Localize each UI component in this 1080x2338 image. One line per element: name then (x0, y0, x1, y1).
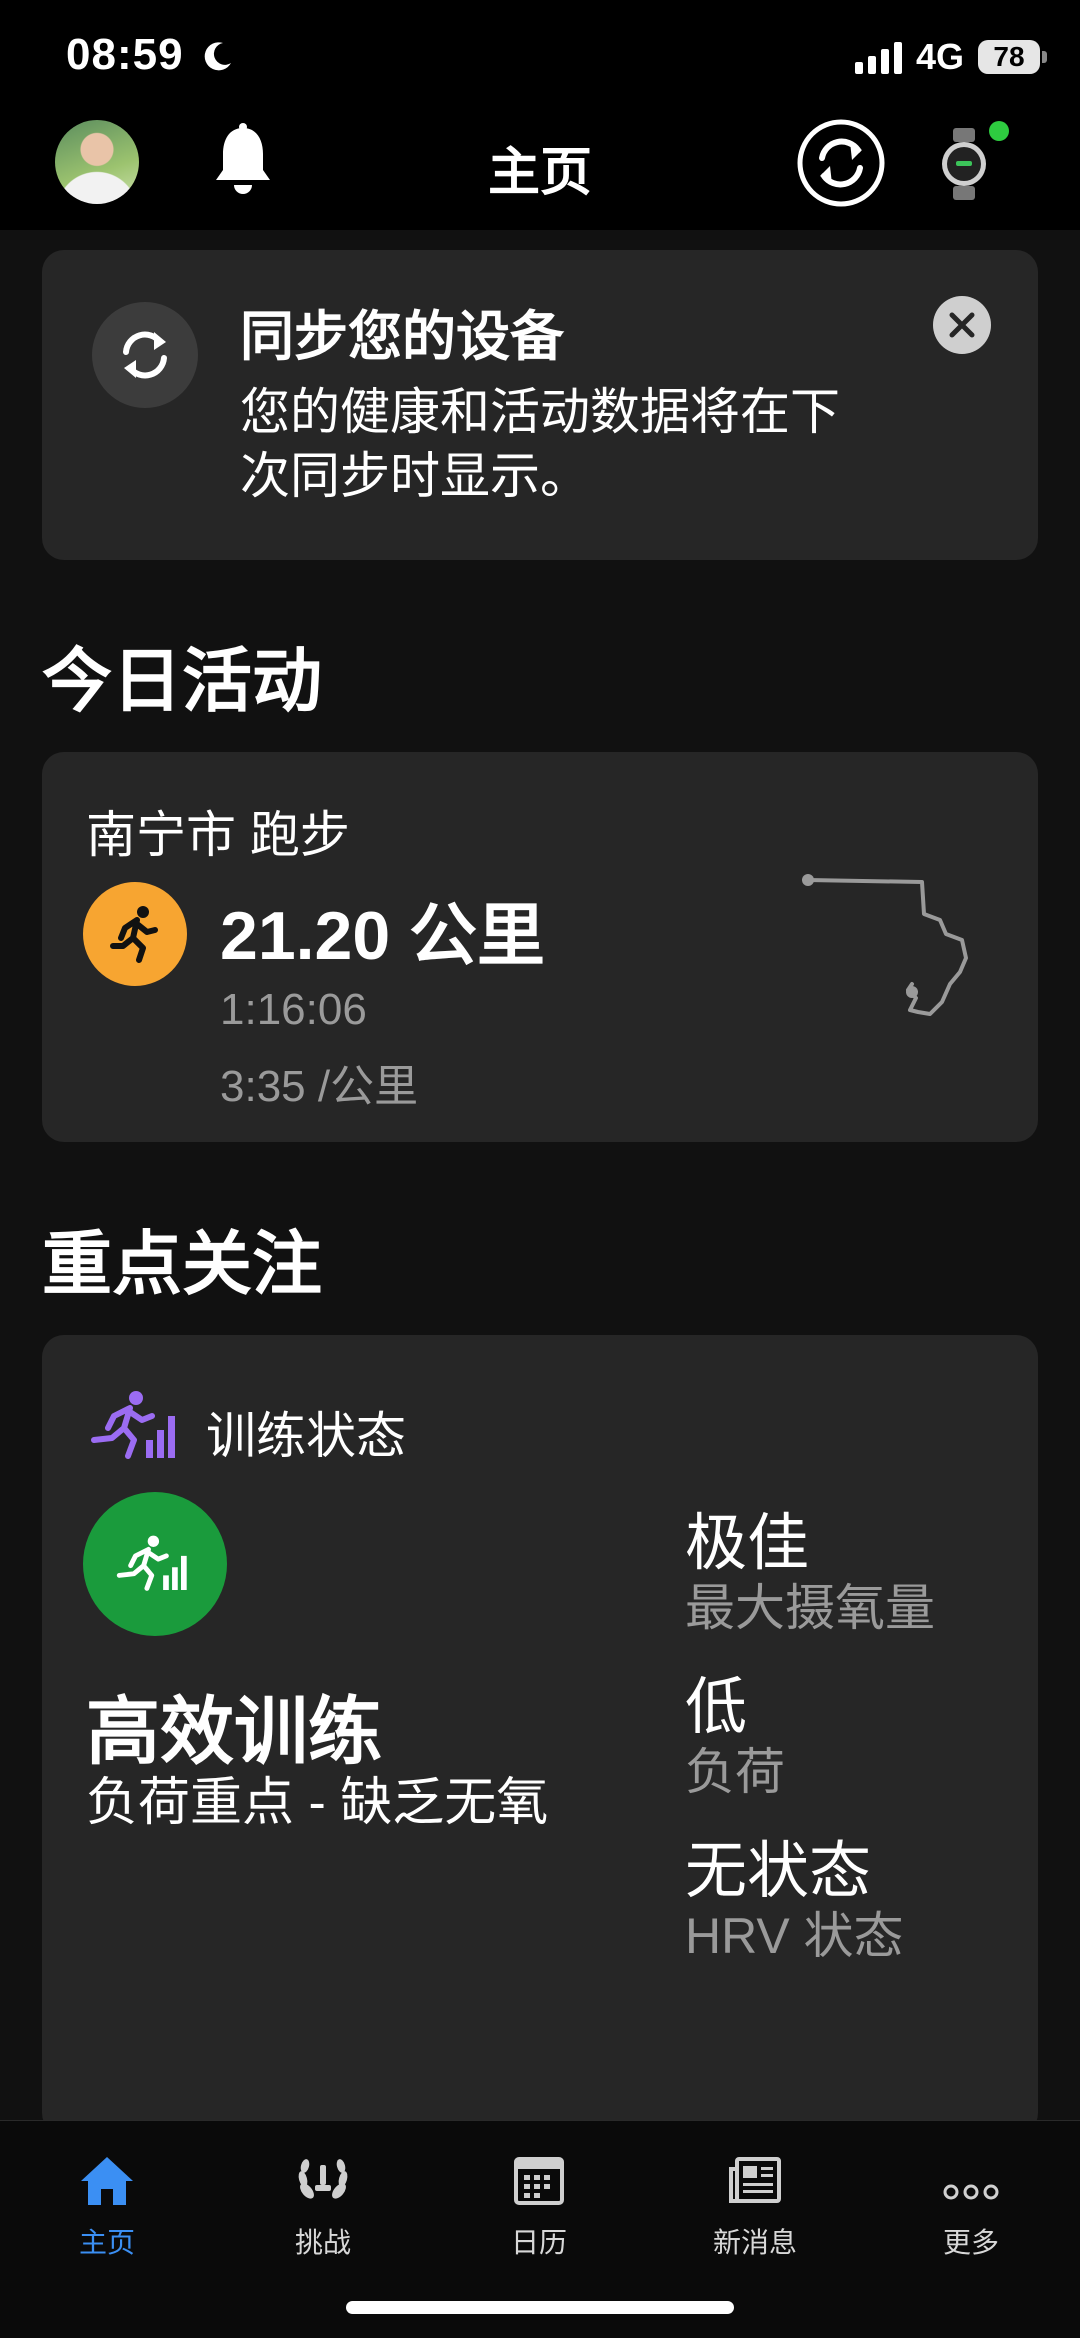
sync-icon (123, 331, 167, 379)
activity-duration: 1:16:06 (220, 985, 367, 1034)
vo2max-label: 最大摄氧量 (685, 1580, 935, 1636)
training-status-detail: 负荷重点 - 缺乏无氧 (86, 1774, 549, 1832)
laurel-icon (298, 2159, 348, 2199)
training-productive-icon (116, 1535, 187, 1591)
device-connected-dot (989, 121, 1009, 141)
nav-more-label: 更多 (942, 2227, 999, 2258)
nav-calendar[interactable]: 日历 (459, 2145, 619, 2261)
close-icon (949, 312, 975, 338)
nav-home-label: 主页 (78, 2227, 135, 2258)
nav-home[interactable]: 主页 (27, 2145, 187, 2261)
sync-banner-message: 您的健康和活动数据将在下次同步时显示。 (240, 384, 840, 504)
hrv-label: HRV 状态 (685, 1908, 904, 1964)
section-title-today: 今日活动 (42, 642, 322, 720)
sync-banner-icon (92, 302, 198, 408)
activity-distance: 21.20 公里 (220, 898, 546, 974)
nav-news[interactable]: 新消息 (675, 2145, 835, 2261)
status-indicators: 4G 78 (854, 36, 1047, 78)
home-icon (81, 2157, 133, 2205)
battery-icon: 78 (978, 40, 1047, 74)
sync-button[interactable] (796, 118, 886, 208)
running-icon (83, 882, 187, 986)
training-status-badge (83, 1492, 227, 1636)
sync-banner-title: 同步您的设备 (240, 307, 564, 367)
nav-challenges[interactable]: 挑战 (243, 2145, 403, 2261)
network-type: 4G (915, 36, 964, 77)
watch-icon[interactable] (938, 128, 990, 200)
page-title: 主页 (487, 144, 592, 202)
nav-challenges-label: 挑战 (294, 2227, 351, 2258)
signal-icon (854, 40, 902, 74)
activity-name: 南宁市 跑步 (86, 807, 350, 863)
news-icon (729, 2157, 781, 2203)
nav-news-label: 新消息 (712, 2227, 797, 2258)
home-indicator[interactable] (346, 2301, 734, 2314)
more-icon (943, 2184, 999, 2200)
activity-pace: 3:35 /公里 (220, 1062, 419, 1111)
section-title-focus: 重点关注 (42, 1225, 322, 1303)
training-status-icon (91, 1391, 175, 1459)
close-button[interactable] (933, 296, 991, 354)
status-time: 08:59 (66, 30, 235, 80)
route-map-thumbnail (802, 874, 968, 1016)
nav-more[interactable]: 更多 (891, 2145, 1051, 2261)
training-status-label: 训练状态 (206, 1408, 406, 1464)
load-label: 负荷 (685, 1744, 785, 1800)
nav-calendar-label: 日历 (510, 2227, 567, 2258)
calendar-icon (514, 2157, 564, 2205)
moon-icon (204, 42, 231, 71)
